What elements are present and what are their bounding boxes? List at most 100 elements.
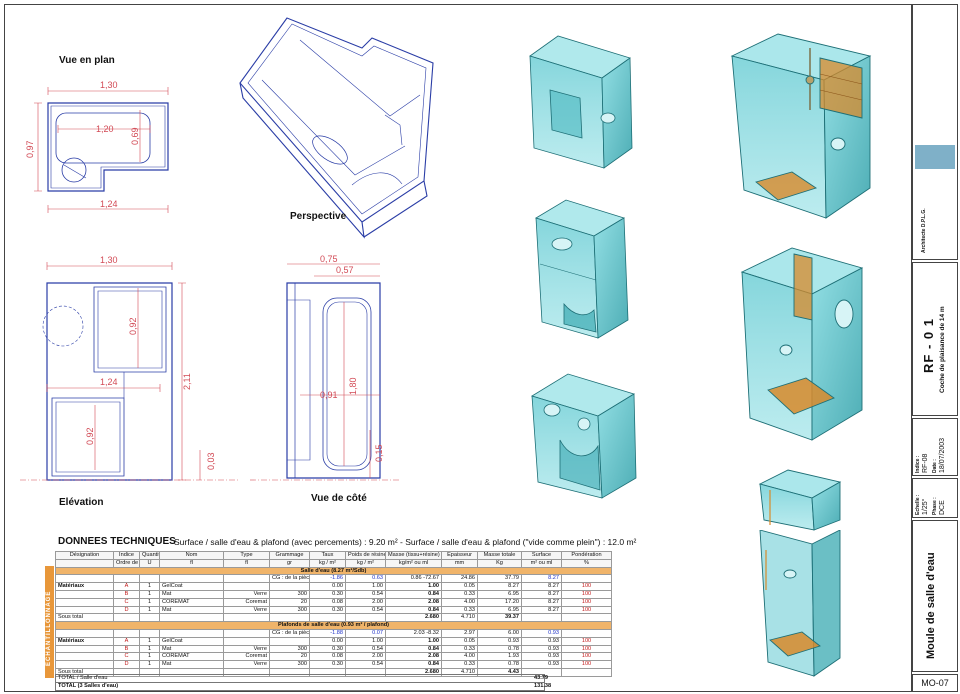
cg-value: -1.86 — [309, 574, 346, 584]
indice: D — [113, 660, 140, 669]
table-units-row: Ordre de poseUflflgrkg / m²kg / m²kg/m² … — [55, 558, 612, 568]
nom: GelCoat — [159, 582, 224, 591]
column-header: Grammage — [269, 551, 310, 560]
type: Verre — [223, 605, 270, 615]
dim-side-top-b: 0,57 — [336, 265, 354, 275]
grammage: 300 — [269, 644, 310, 654]
masse: 0.84 — [385, 589, 442, 599]
poids-resine: 1.00 — [345, 582, 386, 591]
ponderation: 100 — [561, 597, 612, 607]
echelle-label: Echelle : — [915, 494, 921, 515]
grammage: 300 — [269, 589, 310, 599]
table-cell — [113, 574, 140, 584]
column-header: Pondération — [561, 551, 612, 560]
indice: C — [113, 597, 140, 607]
indice: B — [113, 644, 140, 654]
cg-label: CG : de la pièce — [269, 628, 310, 638]
ponderation: 100 — [561, 644, 612, 654]
technical-data-table: DésignationIndiceQuantitéNomTypeGrammage… — [55, 551, 612, 677]
masse-totale: 6.95 — [477, 589, 522, 599]
dim-elev-width: 1,30 — [100, 255, 118, 265]
epaisseur: 4.00 — [441, 597, 478, 607]
total-3-salles: TOTAL (3 Salles d'eau) 131.38 — [55, 682, 551, 691]
ponderation: 100 — [561, 605, 612, 615]
indice: B — [113, 589, 140, 599]
epaisseur: 0.33 — [441, 589, 478, 599]
surface: 8.27 — [521, 605, 562, 615]
grammage — [269, 636, 310, 646]
column-unit: m² ou ml — [521, 558, 562, 568]
section-title: Salle d'eau (8.27 m²/Sdb) — [55, 566, 612, 576]
view-title-perspective: Perspective — [290, 211, 347, 222]
dim-plan-inner: 1,20 — [96, 124, 114, 134]
surface: 8.27 — [521, 582, 562, 591]
column-header: Indice — [113, 551, 140, 560]
poids-resine: 2.00 — [345, 597, 386, 607]
cg-value: 8.27 — [521, 574, 562, 584]
epaisseur: 0.33 — [441, 660, 478, 669]
ponderation: 100 — [561, 652, 612, 662]
surface: 0.93 — [521, 644, 562, 654]
table-cell — [223, 628, 270, 638]
nom: COREMAT — [159, 652, 224, 662]
nom: Mat — [159, 605, 224, 615]
dim-side-depth: 0,91 — [320, 390, 338, 400]
column-header: Quantité — [139, 551, 160, 560]
masse-totale: 0.78 — [477, 644, 522, 654]
type: Coremat — [223, 652, 270, 662]
subtotal-masse: 2.680 — [385, 613, 442, 623]
subtotal-row: Sous total 2.680 4.710 39.37 — [55, 613, 612, 623]
table-cell — [159, 613, 224, 623]
cg-value: 2.97 — [441, 628, 478, 638]
architect-logo — [915, 145, 955, 169]
indice-label: Indice : — [915, 455, 921, 473]
material-row: C 1 COREMAT Coremat 20 0.08 2.00 2.08 4.00 17.20 8… — [55, 597, 612, 607]
column-unit: kg/m² ou ml — [385, 558, 442, 568]
dimension-labels: 1,30 1,20 0,97 0,69 1,24 1,30 0,92 1,24 … — [25, 80, 384, 470]
table-cell — [55, 628, 114, 638]
cg-value: 37.79 — [477, 574, 522, 584]
column-unit: fl — [159, 558, 224, 568]
table-cell — [139, 574, 160, 584]
total-salle-eau-value: 43.79 — [534, 675, 548, 681]
epaisseur: 4.00 — [441, 652, 478, 662]
dim-plan-inner-height: 0,69 — [130, 127, 140, 145]
project-code: RF - 0 1 — [921, 318, 936, 373]
cg-value: 6.00 — [477, 628, 522, 638]
ponderation: 100 — [561, 582, 612, 591]
dim-side-base: 0,15 — [374, 444, 384, 462]
masse-totale: 17.20 — [477, 597, 522, 607]
cg-value: 0.93 — [521, 628, 562, 638]
dim-elev-inner-bottom: 0,92 — [85, 427, 95, 445]
title-block-header: Architecte D.P.L.G. — [912, 4, 958, 260]
ponderation: 100 — [561, 589, 612, 599]
echantillonnage-strip: ECHANTILLONNAGE — [45, 566, 54, 678]
column-unit: % — [561, 558, 612, 568]
table-cell — [309, 613, 346, 623]
subtotal-label: Sous total — [55, 613, 114, 623]
type: Verre — [223, 660, 270, 669]
render-large-3 — [758, 469, 842, 531]
grammage: 20 — [269, 652, 310, 662]
poids-resine: 2.00 — [345, 652, 386, 662]
echelle-value: 1/25° — [922, 498, 929, 515]
material-row: B 1 Mat Verre 300 0.30 0.54 0.84 0.33 6.95 8.27 100 — [55, 589, 612, 599]
table-cell — [345, 613, 386, 623]
quantite: 1 — [139, 636, 160, 646]
total-3-salles-value: 131.38 — [534, 683, 552, 689]
render-large-3-lower — [759, 530, 841, 677]
cg-value: -1.88 — [309, 628, 346, 638]
column-header: Surface — [521, 551, 562, 560]
epaisseur: 0.05 — [441, 636, 478, 646]
section-title-row: Plafonds de salle d'eau (0.93 m² / plafo… — [55, 621, 612, 630]
drawing-number: MO-07 — [912, 674, 958, 692]
echantillonnage-label: ECHANTILLONNAGE — [46, 590, 52, 666]
architect-name: Architecte D.P.L.G. — [921, 208, 927, 253]
dim-elev-base: 0,03 — [206, 452, 216, 470]
type — [223, 636, 270, 646]
grammage: 20 — [269, 597, 310, 607]
poids-resine: 0.54 — [345, 605, 386, 615]
data-table-title: DONNEES TECHNIQUES — [58, 536, 176, 547]
date-value: 18/07/2003 — [939, 437, 946, 473]
masse: 2.08 — [385, 652, 442, 662]
